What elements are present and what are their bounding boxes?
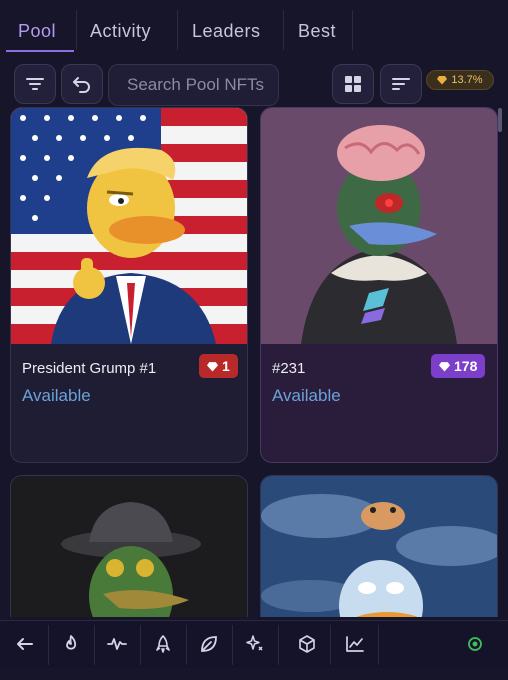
nft-image [11, 108, 247, 344]
nft-status[interactable]: Available [22, 386, 91, 406]
tab-divider [283, 10, 284, 50]
tab-best[interactable]: Best [298, 10, 336, 52]
sort-icon [392, 78, 410, 90]
nav-divider [330, 625, 331, 665]
cube-icon [299, 635, 315, 653]
nft-status[interactable]: Available [272, 386, 341, 406]
tab-divider [76, 10, 77, 50]
nav-stats[interactable] [332, 621, 378, 667]
sparkles-icon [246, 635, 263, 651]
tab-leaders[interactable]: Leaders [192, 10, 261, 52]
tab-divider [352, 10, 353, 50]
nft-card[interactable]: #231 178 Available [260, 107, 498, 463]
nft-image [11, 476, 247, 617]
nav-divider [378, 625, 379, 665]
grid-view-icon [345, 76, 361, 92]
undo-button[interactable] [61, 64, 103, 104]
filter-icon [26, 78, 44, 90]
nav-activity[interactable] [94, 621, 140, 667]
yield-badge: 13.7% [426, 70, 494, 90]
nft-image [261, 108, 497, 344]
tab-bar: Pool Activity Leaders Best [0, 0, 508, 54]
chart-line-icon [346, 636, 364, 652]
active-tab-indicator [6, 50, 74, 52]
tab-activity[interactable]: Activity [90, 10, 151, 52]
sort-button[interactable] [380, 64, 422, 104]
gem-icon [437, 76, 448, 85]
nav-back[interactable] [2, 621, 48, 667]
rank-badge: 178 [431, 354, 486, 378]
yield-value: 13.7% [451, 74, 483, 86]
rank-value: 1 [222, 358, 230, 374]
nft-grid: President Grump #1 1 Available #231 178 … [0, 107, 508, 617]
nft-card[interactable] [260, 475, 498, 617]
rank-badge: 1 [199, 354, 238, 378]
connection-status[interactable] [452, 621, 498, 667]
nav-divider [278, 625, 279, 665]
activity-pulse-icon [107, 638, 127, 650]
rocket-icon [156, 635, 170, 653]
nft-image [261, 476, 497, 617]
flame-icon [66, 635, 77, 650]
gem-icon [439, 361, 450, 371]
nav-collections[interactable] [284, 621, 330, 667]
tab-divider [177, 10, 178, 50]
nft-title: President Grump #1 [22, 360, 157, 377]
nft-title: #231 [272, 360, 306, 377]
nft-card[interactable]: President Grump #1 1 Available [10, 107, 248, 463]
bottom-nav [0, 620, 508, 668]
tab-pool[interactable]: Pool [18, 10, 56, 52]
grid-scrollbar[interactable] [498, 108, 502, 132]
rank-value: 178 [454, 358, 478, 374]
nav-launch[interactable] [140, 621, 186, 667]
nav-eco[interactable] [186, 621, 232, 667]
nft-card[interactable] [10, 475, 248, 617]
search-input[interactable]: Search Pool NFTs [108, 64, 279, 106]
arrow-left-icon [17, 638, 33, 650]
gem-icon [207, 361, 218, 371]
filter-button[interactable] [14, 64, 56, 104]
grid-view-button[interactable] [332, 64, 374, 104]
nav-sparkle[interactable] [232, 621, 278, 667]
nav-hot[interactable] [48, 621, 94, 667]
leaf-icon [201, 636, 217, 652]
undo-icon [73, 77, 90, 93]
status-indicator-icon [468, 637, 482, 651]
